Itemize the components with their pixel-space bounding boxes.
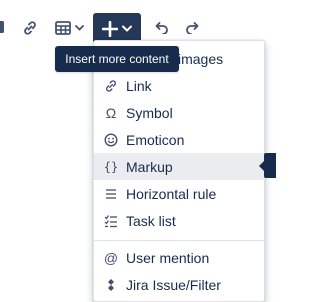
undo-button[interactable]: [151, 19, 171, 37]
menu-item-link[interactable]: Link: [94, 72, 264, 99]
redo-button[interactable]: [183, 19, 203, 37]
menu-divider: [94, 240, 264, 241]
menu-item-task-list[interactable]: Task list: [94, 207, 264, 234]
at-icon: @: [103, 249, 119, 266]
table-button[interactable]: [51, 18, 87, 38]
menu-item-label: Symbol: [126, 104, 173, 121]
menu-item-label: images: [178, 50, 224, 67]
task-list-icon: [104, 214, 118, 228]
menu-item-label: Jira Issue/Filter: [126, 276, 221, 293]
table-icon: [54, 21, 71, 35]
toolbar-button-partial[interactable]: [0, 18, 6, 36]
menu-item-markup[interactable]: {} Markup: [94, 153, 264, 180]
chevron-down-icon: [74, 25, 84, 31]
menu-item-label: Emoticon: [126, 131, 185, 148]
menu-item-label: Link: [126, 77, 152, 94]
horizontal-rule-icon: [104, 187, 118, 201]
insert-menu: images Link Ω Symbol Emoticon {} Markup …: [93, 40, 265, 302]
jira-icon: [104, 278, 118, 292]
undo-icon: [155, 22, 168, 34]
menu-item-symbol[interactable]: Ω Symbol: [94, 99, 264, 126]
omega-icon: Ω: [105, 104, 117, 121]
menu-item-label: Horizontal rule: [126, 185, 217, 202]
side-tooltip: [264, 153, 276, 178]
braces-icon: {}: [103, 159, 119, 174]
insert-tooltip: Insert more content: [55, 46, 179, 72]
menu-item-horizontal-rule[interactable]: Horizontal rule: [94, 180, 264, 207]
menu-item-jira-issue[interactable]: Jira Issue/Filter: [94, 271, 264, 298]
smiley-icon: [104, 132, 118, 147]
chevron-down-icon: [122, 25, 132, 32]
link-button[interactable]: [20, 18, 40, 38]
plus-icon: [102, 20, 118, 37]
menu-item-user-mention[interactable]: @ User mention: [94, 244, 264, 271]
redo-icon: [186, 22, 199, 34]
link-icon: [24, 21, 36, 35]
menu-item-label: User mention: [126, 249, 210, 266]
image-icon: [0, 21, 4, 33]
menu-item-label: Markup: [126, 158, 173, 175]
menu-item-emoticon[interactable]: Emoticon: [94, 126, 264, 153]
link-icon: [104, 79, 118, 93]
menu-item-label: Task list: [126, 212, 176, 229]
